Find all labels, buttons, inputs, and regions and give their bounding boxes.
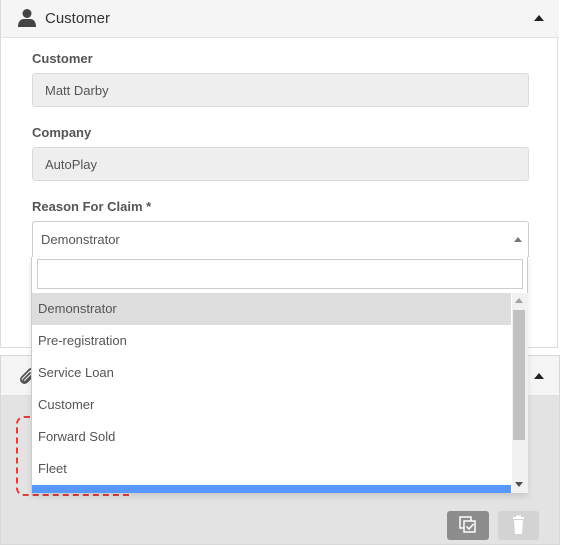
copy-check-button[interactable] — [447, 511, 489, 540]
option-item-highlighted[interactable] — [32, 485, 511, 493]
collapse-chevron-icon[interactable] — [534, 15, 544, 21]
option-item[interactable]: Forward Sold — [32, 421, 511, 453]
scroll-thumb[interactable] — [513, 310, 525, 440]
option-item[interactable]: Service Loan — [32, 357, 511, 389]
user-icon — [18, 9, 36, 27]
trash-icon — [513, 515, 524, 534]
customer-field: Matt Darby — [32, 73, 529, 107]
copy-check-icon — [459, 516, 476, 533]
chevron-up-icon — [514, 237, 522, 242]
scroll-up-icon[interactable] — [515, 298, 523, 303]
dropdown-search-input[interactable] — [37, 259, 523, 289]
options-list: Demonstrator Pre-registration Service Lo… — [32, 293, 511, 493]
option-item[interactable]: Pre-registration — [32, 325, 511, 357]
scrollbar[interactable] — [512, 293, 528, 493]
collapse-chevron-icon[interactable] — [534, 373, 544, 379]
reason-for-claim-select[interactable]: Demonstrator — [32, 221, 529, 257]
option-item[interactable]: Demonstrator — [32, 293, 511, 325]
option-item[interactable]: Fleet — [32, 453, 511, 485]
reason-dropdown: Demonstrator Pre-registration Service Lo… — [31, 257, 528, 494]
reason-for-claim-label: Reason For Claim * — [32, 199, 152, 214]
option-item[interactable]: Customer — [32, 389, 511, 421]
delete-button[interactable] — [498, 511, 539, 540]
panel-title: Customer — [45, 10, 111, 27]
customer-label: Customer — [32, 51, 93, 66]
customer-panel-header[interactable]: Customer — [1, 0, 559, 38]
scroll-down-icon[interactable] — [515, 482, 523, 487]
company-label: Company — [32, 125, 92, 140]
company-field: AutoPlay — [32, 147, 529, 181]
select-value: Demonstrator — [41, 232, 120, 247]
